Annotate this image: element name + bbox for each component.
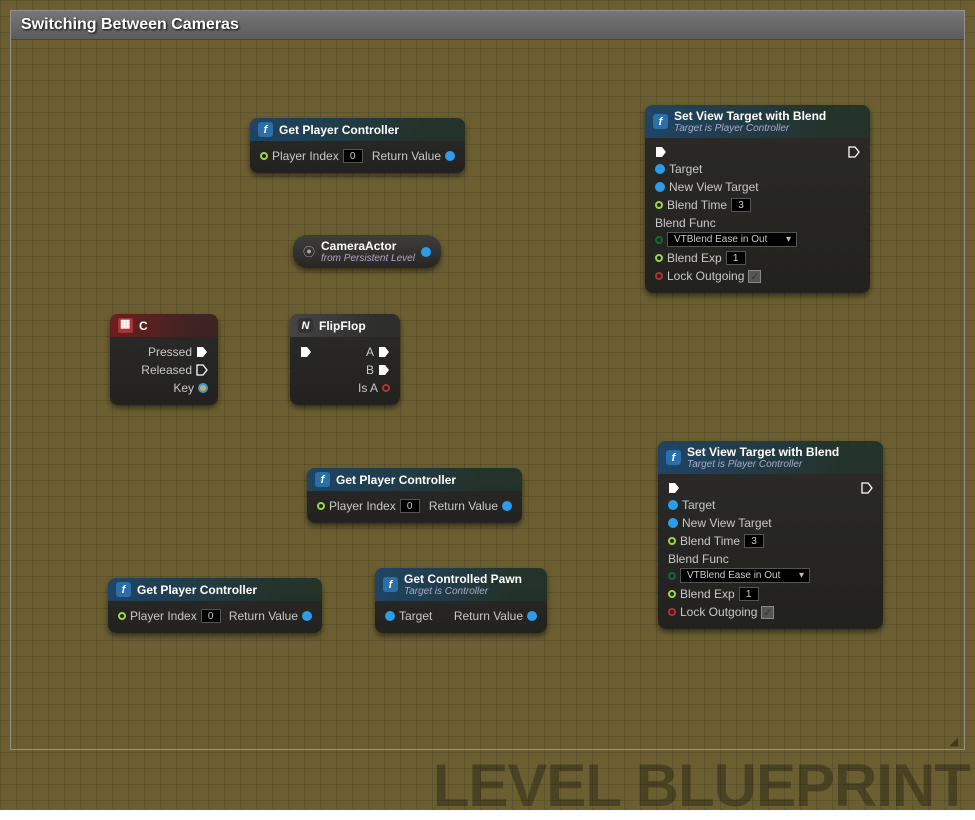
pin-lock-outgoing[interactable] (668, 608, 676, 616)
function-icon: f (666, 450, 681, 465)
node-title: Get Player Controller (279, 123, 399, 137)
pin-exec-out[interactable] (861, 482, 873, 494)
node-title: Get Player Controller (137, 583, 257, 597)
node-title: Get Controlled Pawn (404, 572, 522, 586)
pin-is-a[interactable] (382, 384, 390, 392)
function-icon: f (653, 114, 668, 129)
node-subtitle: from Persistent Level (321, 253, 415, 264)
blend-time-input[interactable] (744, 534, 764, 548)
pin-blend-func[interactable] (655, 236, 663, 244)
blend-func-dropdown[interactable]: VTBlend Ease in Out (680, 568, 810, 583)
node-get-player-controller-3[interactable]: f Get Player Controller Player Index Ret… (108, 578, 322, 633)
function-icon: f (383, 577, 398, 592)
blueprint-canvas[interactable]: LEVEL BLUEPRINT Switching Between Camera… (0, 0, 975, 810)
node-get-player-controller-2[interactable]: f Get Player Controller Player Index Ret… (307, 468, 522, 523)
blend-func-dropdown[interactable]: VTBlend Ease in Out (667, 232, 797, 247)
resize-handle-icon[interactable] (949, 734, 961, 746)
function-icon: f (258, 122, 273, 137)
lock-outgoing-checkbox[interactable]: ✓ (761, 606, 774, 619)
pin-target[interactable] (385, 611, 395, 621)
player-index-input[interactable] (343, 149, 363, 163)
pin-blend-exp[interactable] (668, 590, 676, 598)
node-title: Get Player Controller (336, 473, 456, 487)
pin-player-index[interactable] (118, 612, 126, 620)
node-get-controlled-pawn[interactable]: f Get Controlled Pawn Target is Controll… (375, 568, 547, 633)
node-title: C (139, 319, 148, 333)
pin-lock-outgoing[interactable] (655, 272, 663, 280)
node-camera-actor-ref[interactable]: ⦿ CameraActor from Persistent Level (293, 235, 441, 268)
pin-exec-in[interactable] (668, 482, 680, 494)
pin-blend-exp[interactable] (655, 254, 663, 262)
macro-icon: N (298, 318, 313, 333)
pin-blend-time[interactable] (668, 537, 676, 545)
pin-new-view-target[interactable] (668, 518, 678, 528)
node-title: FlipFlop (319, 319, 366, 333)
pin-exec-a[interactable] (378, 346, 390, 358)
pin-blend-time[interactable] (655, 201, 663, 209)
function-icon: f (116, 582, 131, 597)
node-set-view-target-1[interactable]: f Set View Target with Blend Target is P… (645, 105, 870, 293)
blend-exp-input[interactable] (726, 251, 746, 265)
player-index-input[interactable] (400, 499, 420, 513)
node-subtitle: Target is Player Controller (674, 123, 826, 134)
actor-ref-icon: ⦿ (303, 243, 315, 260)
pin-output[interactable] (421, 247, 431, 257)
node-flipflop[interactable]: N FlipFlop A B Is A (290, 314, 400, 405)
keyboard-icon (118, 318, 133, 333)
function-icon: f (315, 472, 330, 487)
node-subtitle: Target is Player Controller (687, 459, 839, 470)
node-set-view-target-2[interactable]: f Set View Target with Blend Target is P… (658, 441, 883, 629)
pin-target[interactable] (655, 164, 665, 174)
pin-exec-b[interactable] (378, 364, 390, 376)
frame-title[interactable]: Switching Between Cameras (11, 11, 964, 40)
pin-return-value[interactable] (445, 151, 455, 161)
pin-player-index[interactable] (317, 502, 325, 510)
node-title: Set View Target with Blend (674, 109, 826, 123)
pin-exec-pressed[interactable] (196, 346, 208, 358)
pin-return-value[interactable] (502, 501, 512, 511)
pin-exec-released[interactable] (196, 364, 208, 376)
pin-return-value[interactable] (302, 611, 312, 621)
pin-player-index[interactable] (260, 152, 268, 160)
pin-key[interactable] (198, 383, 208, 393)
player-index-input[interactable] (201, 609, 221, 623)
node-key-c-event[interactable]: C Pressed Released Key (110, 314, 218, 405)
node-title: CameraActor (321, 239, 396, 253)
pin-blend-func[interactable] (668, 572, 676, 580)
node-subtitle: Target is Controller (404, 586, 522, 597)
pin-target[interactable] (668, 500, 678, 510)
pin-exec-in[interactable] (655, 146, 667, 158)
blend-exp-input[interactable] (739, 587, 759, 601)
pin-return-value[interactable] (527, 611, 537, 621)
pin-exec-out[interactable] (848, 146, 860, 158)
node-title: Set View Target with Blend (687, 445, 839, 459)
blend-time-input[interactable] (731, 198, 751, 212)
pin-new-view-target[interactable] (655, 182, 665, 192)
node-get-player-controller-1[interactable]: f Get Player Controller Player Index Ret… (250, 118, 465, 173)
pin-exec-in[interactable] (300, 346, 312, 358)
lock-outgoing-checkbox[interactable]: ✓ (748, 270, 761, 283)
